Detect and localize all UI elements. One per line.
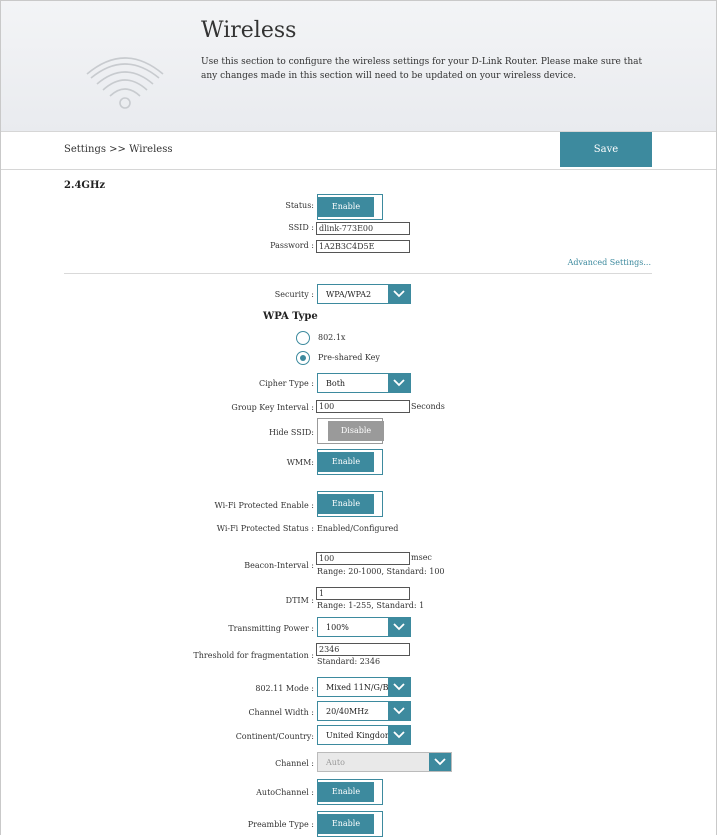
- chevron-down-icon: [388, 285, 410, 303]
- preamble-toggle[interactable]: Enable: [317, 811, 383, 837]
- beacon-range-note: Range: 20-1000, Standard: 100: [317, 567, 445, 576]
- channel-select[interactable]: Auto: [317, 752, 452, 772]
- wpa-type-title: WPA Type: [263, 311, 318, 322]
- wmm-toggle-label: Enable: [318, 452, 374, 472]
- wps-enable-toggle[interactable]: Enable: [317, 491, 383, 517]
- country-select-value: United Kingdom: [326, 731, 393, 740]
- channel-width-select-value: 20/40MHz: [326, 707, 369, 716]
- chevron-down-icon: [388, 726, 410, 744]
- status-toggle-label: Enable: [318, 197, 374, 217]
- mode-select-value: Mixed 11N/G/B: [326, 683, 389, 692]
- tx-power-label: Transmitting Power :: [228, 624, 314, 633]
- beacon-unit: msec: [411, 553, 432, 562]
- ssid-label: SSID :: [288, 223, 314, 232]
- wps-enable-toggle-label: Enable: [318, 494, 374, 514]
- country-label: Continent/Country:: [235, 732, 314, 741]
- preamble-label: Preamble Type :: [247, 820, 314, 829]
- cipher-type-select-value: Both: [326, 379, 346, 388]
- security-select[interactable]: WPA/WPA2: [317, 284, 411, 304]
- security-select-value: WPA/WPA2: [326, 290, 372, 299]
- channel-width-select[interactable]: 20/40MHz: [317, 701, 411, 721]
- cipher-type-label: Cipher Type :: [258, 379, 314, 388]
- wifi-icon: [86, 57, 164, 109]
- radio-selected-dot: [300, 355, 306, 361]
- group-key-unit: Seconds: [411, 402, 445, 411]
- channel-select-value: Auto: [326, 758, 345, 767]
- wps-status-label: Wi-Fi Protected Status :: [216, 524, 314, 533]
- mode-select[interactable]: Mixed 11N/G/B: [317, 677, 411, 697]
- tx-power-select-value: 100%: [326, 623, 349, 632]
- hide-ssid-toggle-label: Disable: [328, 421, 384, 441]
- page-title: Wireless: [201, 18, 297, 43]
- wmm-label: WMM:: [286, 458, 314, 467]
- group-key-label: Group Key Interval :: [231, 403, 314, 412]
- fragmentation-label: Threshold for fragmentation :: [193, 651, 314, 660]
- beacon-input[interactable]: [316, 552, 410, 565]
- radio-8021x-label: 802.1x: [318, 333, 346, 342]
- wmm-toggle[interactable]: Enable: [317, 449, 383, 475]
- radio-8021x[interactable]: [296, 331, 310, 345]
- ssid-input[interactable]: [316, 222, 410, 235]
- chevron-down-icon: [388, 678, 410, 696]
- dtim-input[interactable]: [316, 587, 410, 600]
- wps-status-value: Enabled/Configured: [317, 524, 399, 533]
- auto-channel-toggle-label: Enable: [318, 782, 374, 802]
- fragmentation-input[interactable]: [316, 643, 410, 656]
- dtim-range-note: Range: 1-255, Standard: 1: [317, 601, 425, 610]
- status-toggle[interactable]: Enable: [317, 194, 383, 220]
- advanced-settings-link[interactable]: Advanced Settings...: [568, 258, 651, 267]
- preamble-toggle-label: Enable: [318, 814, 374, 834]
- auto-channel-toggle[interactable]: Enable: [317, 779, 383, 805]
- mode-label: 802.11 Mode :: [255, 684, 314, 693]
- radio-pre-shared-key[interactable]: [296, 351, 310, 365]
- save-button[interactable]: Save: [560, 132, 652, 167]
- beacon-label: Beacon-Interval :: [244, 561, 314, 570]
- breadcrumb: Settings >> Wireless: [64, 144, 173, 155]
- page-description: Use this section to configure the wirele…: [201, 57, 643, 81]
- password-label: Password :: [270, 241, 314, 250]
- security-label: Security :: [274, 290, 314, 299]
- chevron-down-icon: [429, 753, 451, 771]
- tx-power-select[interactable]: 100%: [317, 617, 411, 637]
- country-select[interactable]: United Kingdom: [317, 725, 411, 745]
- channel-width-label: Channel Width :: [248, 708, 314, 717]
- password-input[interactable]: [316, 240, 410, 253]
- radio-pre-shared-key-label: Pre-shared Key: [318, 353, 380, 362]
- channel-label: Channel :: [275, 759, 314, 768]
- section-divider: [64, 273, 652, 274]
- cipher-type-select[interactable]: Both: [317, 373, 411, 393]
- status-label: Status:: [285, 201, 314, 210]
- chevron-down-icon: [388, 618, 410, 636]
- hide-ssid-label: Hide SSID:: [268, 428, 314, 437]
- chevron-down-icon: [388, 374, 410, 392]
- hide-ssid-toggle[interactable]: Disable: [317, 418, 384, 444]
- wps-enable-label: Wi-Fi Protected Enable :: [214, 501, 314, 510]
- dtim-label: DTIM :: [285, 596, 314, 605]
- chevron-down-icon: [388, 702, 410, 720]
- group-key-input[interactable]: [316, 400, 410, 413]
- auto-channel-label: AutoChannel :: [256, 788, 314, 797]
- fragmentation-note: Standard: 2346: [317, 657, 381, 666]
- band-title: 2.4GHz: [64, 180, 106, 191]
